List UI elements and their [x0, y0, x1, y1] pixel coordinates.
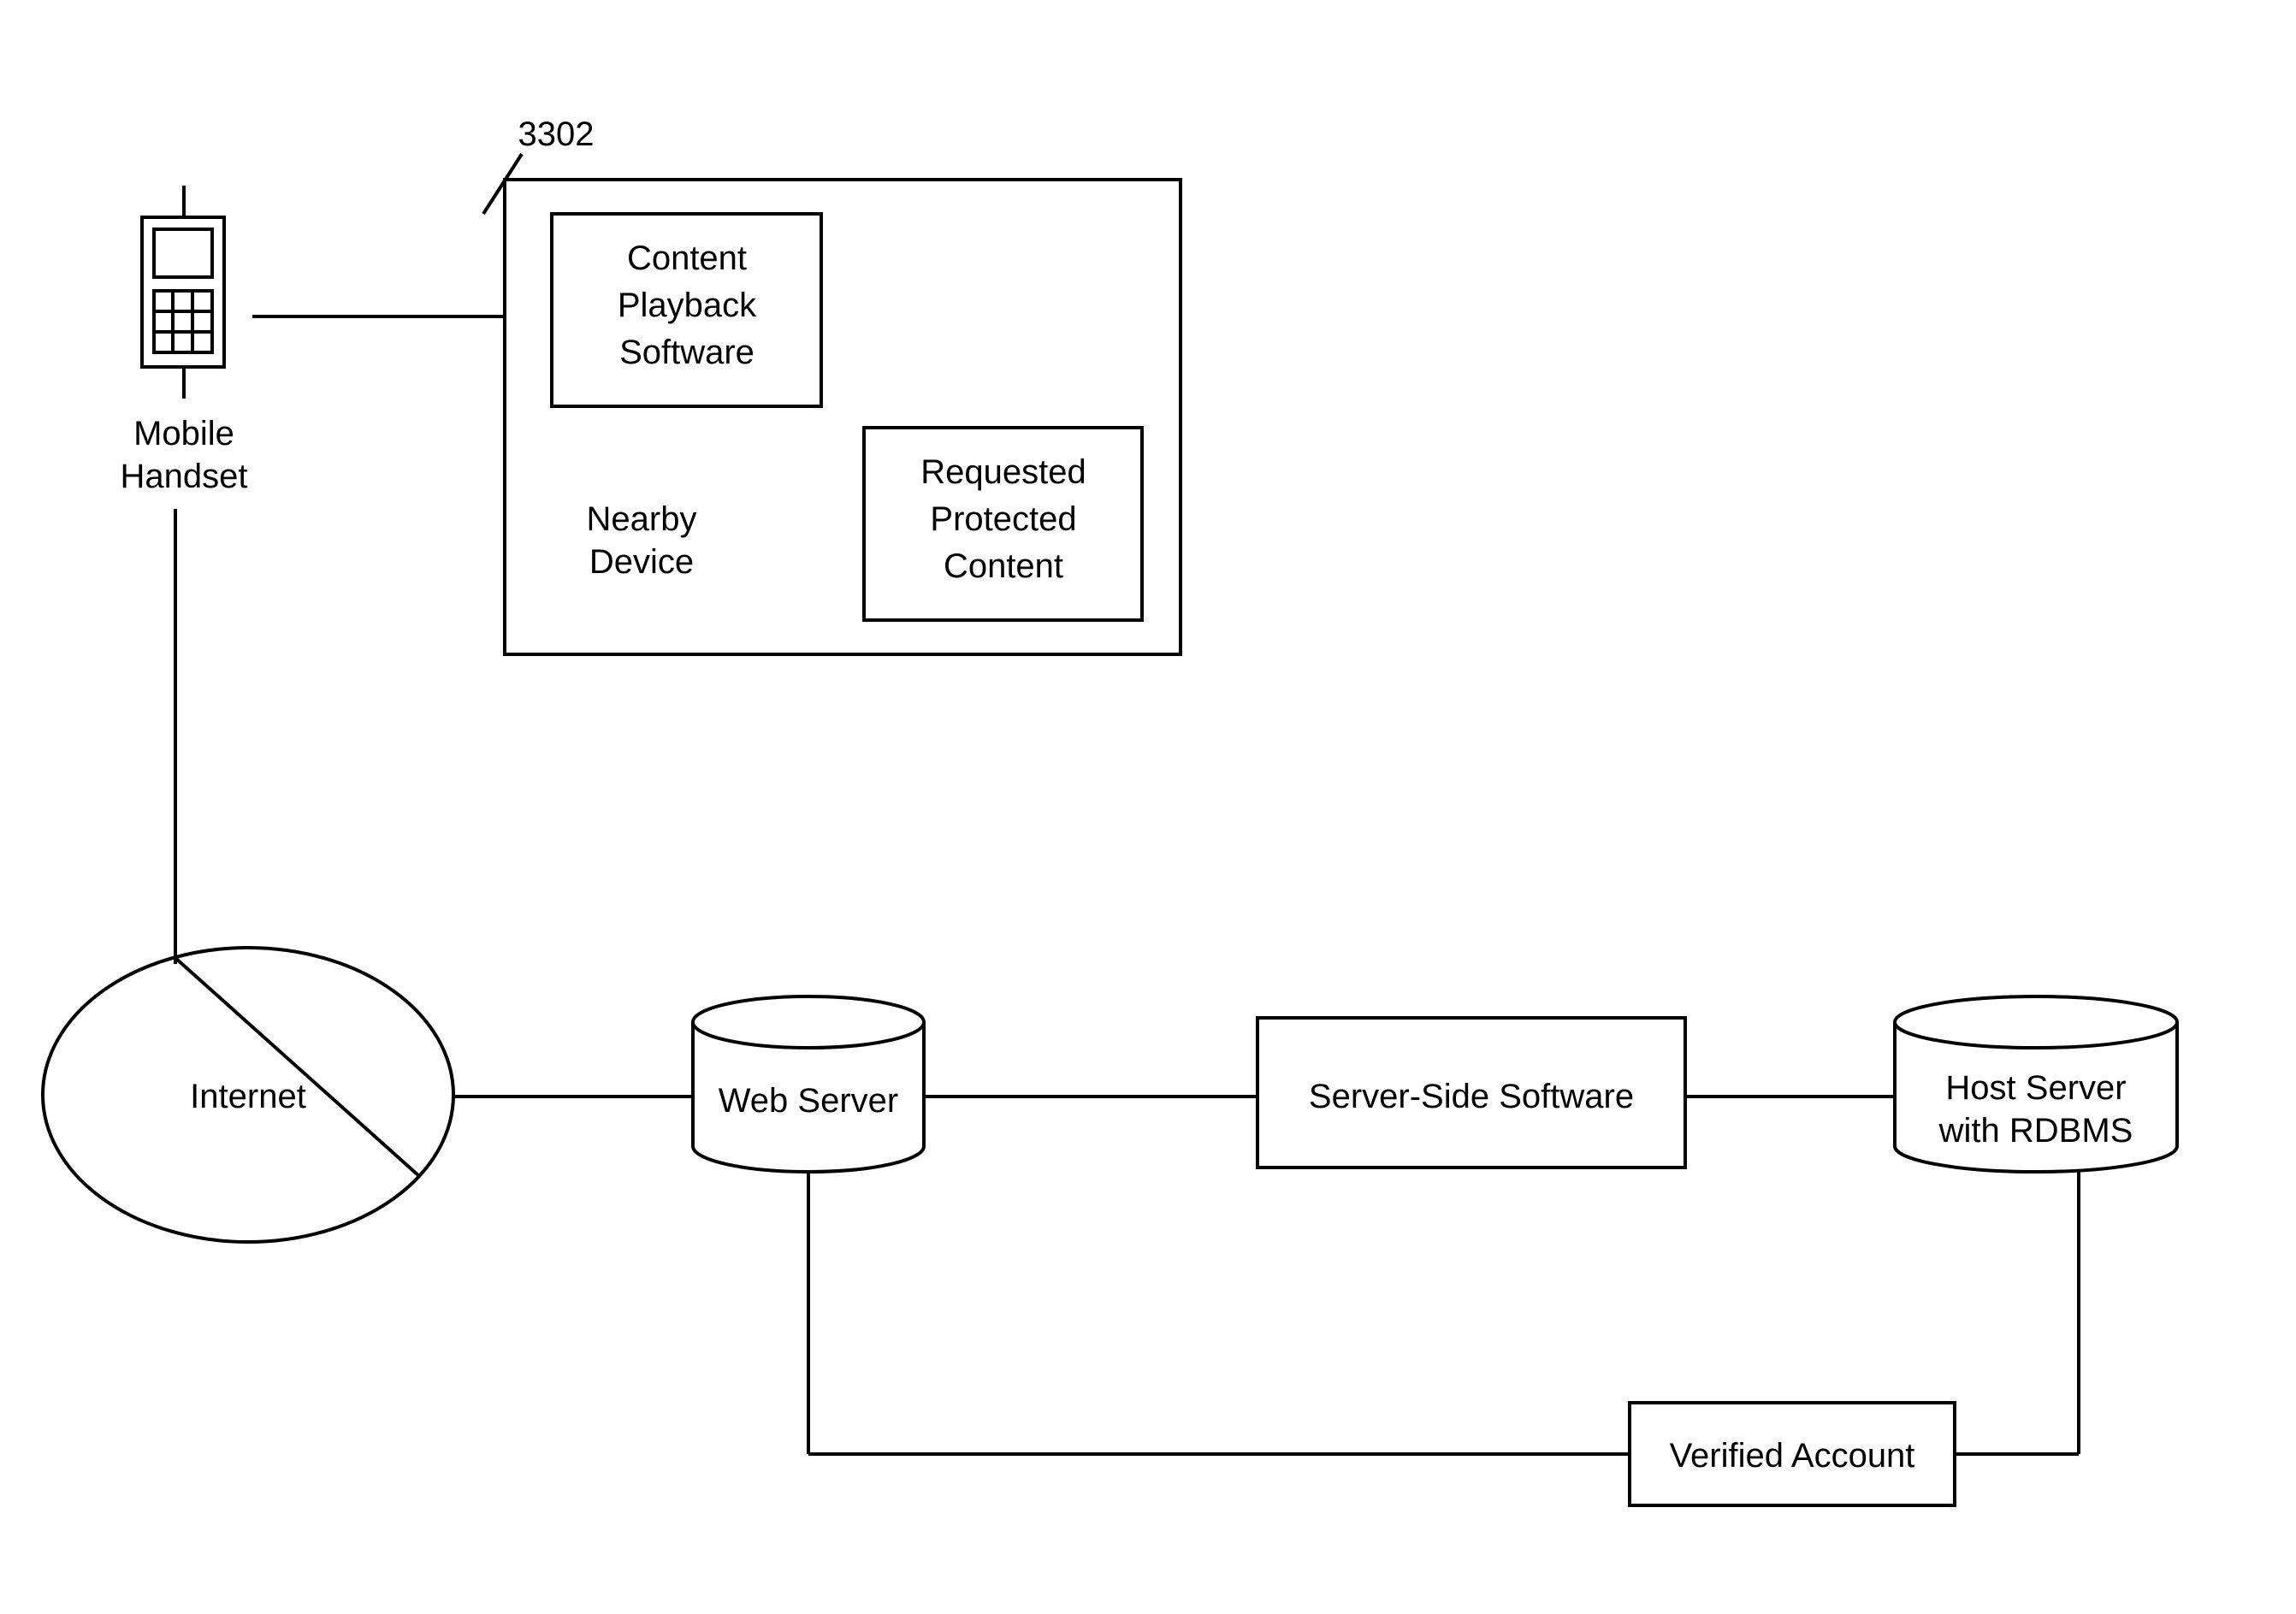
content-playback-label-3: Software: [619, 334, 754, 371]
web-server-label: Web Server: [719, 1082, 898, 1120]
reference-leader-line: [483, 154, 522, 214]
requested-content-label-2: Protected: [930, 500, 1076, 538]
requested-content-label-1: Requested: [920, 453, 1086, 491]
nearby-device-label-2: Device: [589, 543, 694, 581]
mobile-handset-label-2: Handset: [121, 458, 248, 495]
internet-label: Internet: [190, 1078, 306, 1115]
mobile-handset-icon: [142, 186, 224, 399]
content-playback-label-1: Content: [627, 239, 747, 277]
reference-number: 3302: [518, 115, 595, 153]
content-playback-label-2: Playback: [618, 287, 757, 324]
nearby-device-box: [505, 180, 1181, 654]
system-diagram: Mobile Handset 3302 Nearby Device Conten…: [0, 0, 2296, 1614]
host-server-label-2: with RDBMS: [1938, 1112, 2133, 1150]
server-side-software-label: Server-Side Software: [1309, 1078, 1634, 1115]
nearby-device-label-1: Nearby: [587, 500, 697, 538]
requested-content-label-3: Content: [944, 547, 1063, 585]
mobile-handset-label-1: Mobile: [133, 415, 234, 452]
verified-account-label: Verified Account: [1670, 1437, 1915, 1475]
internet-diagonal: [175, 958, 419, 1176]
host-server-label-1: Host Server: [1945, 1069, 2126, 1107]
